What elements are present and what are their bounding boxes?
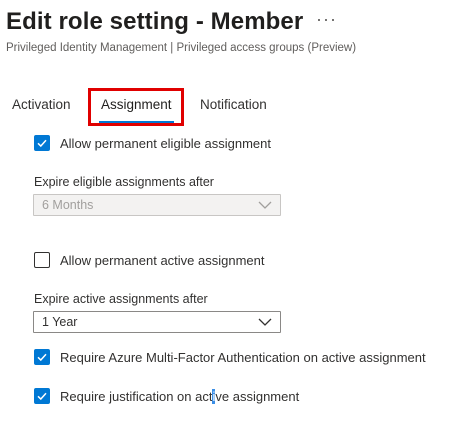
require-mfa-label: Require Azure Multi-Factor Authenticatio…: [60, 349, 426, 365]
checkmark-icon: [37, 353, 47, 362]
checkmark-icon: [37, 139, 47, 148]
permanent-active-checkbox-row[interactable]: Allow permanent active assignment: [34, 250, 265, 270]
expire-active-label: Expire active assignments after: [34, 292, 208, 306]
more-options-icon[interactable]: ···: [316, 9, 337, 30]
label-text-after: ve assignment: [215, 388, 300, 404]
require-justification-checkbox[interactable]: [34, 388, 50, 404]
require-justification-checkbox-row[interactable]: Require justification on active assignme…: [34, 386, 299, 406]
require-mfa-checkbox-row[interactable]: Require Azure Multi-Factor Authenticatio…: [34, 347, 426, 367]
highlight-annotation-box: [88, 88, 184, 126]
permanent-active-label: Allow permanent active assignment: [60, 252, 265, 268]
checkmark-icon: [37, 392, 47, 401]
require-mfa-checkbox[interactable]: [34, 349, 50, 365]
permanent-active-checkbox[interactable]: [34, 252, 50, 268]
breadcrumb-subtitle: Privileged Identity Management | Privile…: [6, 42, 357, 54]
expire-active-dropdown[interactable]: 1 Year: [33, 311, 281, 333]
expire-eligible-value: 6 Months: [42, 198, 94, 212]
permanent-eligible-checkbox[interactable]: [34, 135, 50, 151]
tab-notification[interactable]: Notification: [200, 97, 267, 112]
chevron-down-icon: [258, 201, 272, 209]
expire-eligible-dropdown: 6 Months: [33, 194, 281, 216]
expire-active-value: 1 Year: [42, 315, 78, 329]
permanent-eligible-label: Allow permanent eligible assignment: [60, 135, 272, 151]
tab-activation[interactable]: Activation: [12, 97, 71, 112]
expire-eligible-label: Expire eligible assignments after: [34, 175, 214, 189]
permanent-eligible-checkbox-row[interactable]: Allow permanent eligible assignment: [34, 133, 271, 153]
require-justification-label: Require justification on active assignme…: [60, 388, 300, 404]
label-text-before: Require justification on act: [60, 388, 213, 404]
chevron-down-icon: [258, 318, 272, 326]
tab-bar: Activation Assignment Notification: [0, 88, 452, 128]
page-title: Edit role setting - Member: [6, 8, 304, 35]
